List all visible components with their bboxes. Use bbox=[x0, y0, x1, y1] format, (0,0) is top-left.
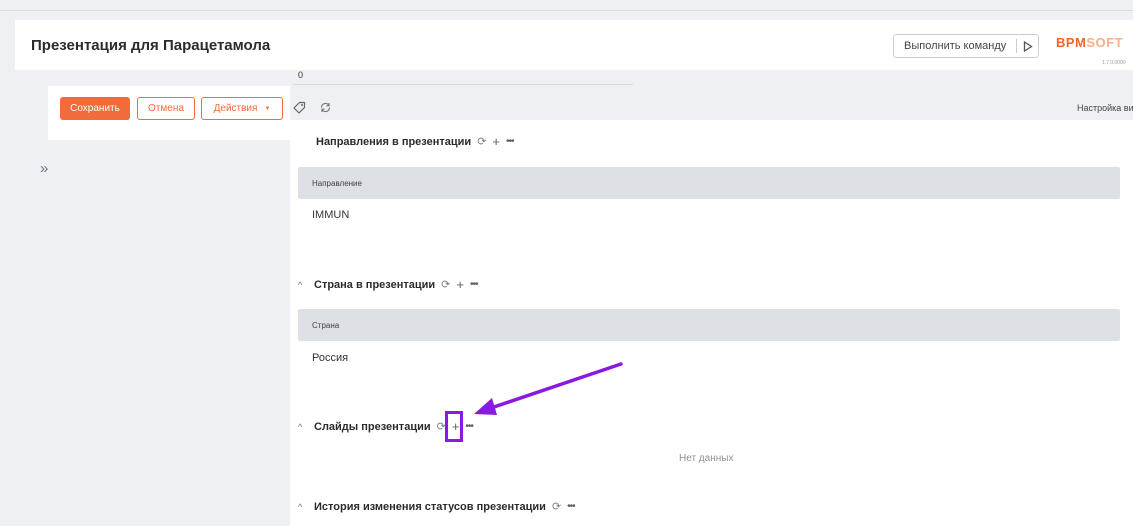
run-command-label[interactable]: Выполнить команду bbox=[894, 40, 1016, 52]
double-chevron-right-icon[interactable]: » bbox=[40, 160, 48, 177]
field-underline bbox=[293, 84, 633, 85]
actions-label: Действия bbox=[213, 103, 258, 114]
grid-header-countries: Страна bbox=[298, 309, 1120, 341]
bpmsoft-logo: BPMSOFT bbox=[1056, 35, 1123, 50]
cancel-button[interactable]: Отмена bbox=[137, 97, 195, 120]
save-button[interactable]: Сохранить bbox=[60, 97, 130, 120]
chevron-up-icon[interactable]: ^ bbox=[298, 422, 308, 432]
column-header-direction[interactable]: Направление bbox=[312, 179, 362, 188]
empty-state-text: Нет данных bbox=[679, 453, 734, 464]
plus-icon[interactable]: + bbox=[456, 278, 464, 291]
refresh-icon[interactable]: ⟳ bbox=[477, 135, 486, 148]
section-title-slides: Слайды презентации bbox=[314, 420, 431, 433]
more-icon[interactable]: ••• bbox=[465, 421, 473, 432]
section-title-history: История изменения статусов презентации bbox=[314, 500, 546, 513]
table-row[interactable]: IMMUN bbox=[312, 209, 349, 221]
tag-icon[interactable] bbox=[293, 101, 306, 119]
page-title: Презентация для Парацетамола bbox=[31, 37, 271, 54]
section-title-directions: Направления в презентации bbox=[316, 135, 472, 148]
chevron-up-icon[interactable]: ^ bbox=[298, 280, 308, 290]
section-header-directions[interactable]: Направления в презентации ⟳ + ••• bbox=[316, 135, 514, 148]
field-value[interactable]: 0 bbox=[298, 70, 303, 80]
action-panel: Сохранить Отмена Действия ▼ bbox=[48, 86, 290, 140]
main-content: Направления в презентации ⟳ + ••• Направ… bbox=[290, 120, 1133, 526]
refresh-icon[interactable]: ⟳ bbox=[441, 278, 450, 291]
run-command-box[interactable]: Выполнить команду bbox=[893, 34, 1039, 58]
chevron-up-icon[interactable]: ^ bbox=[298, 502, 308, 512]
section-title-countries: Страна в презентации bbox=[314, 278, 436, 291]
column-header-country[interactable]: Страна bbox=[312, 321, 339, 330]
highlight-box bbox=[445, 411, 463, 442]
section-header-countries[interactable]: ^ Страна в презентации ⟳ + ••• bbox=[298, 278, 478, 291]
grid-header-directions: Направление bbox=[298, 167, 1120, 199]
top-divider bbox=[0, 10, 1133, 11]
logo-part-soft: SOFT bbox=[1086, 35, 1124, 50]
page-header: Презентация для Парацетамола Выполнить к… bbox=[15, 20, 1133, 70]
section-header-history[interactable]: ^ История изменения статусов презентации… bbox=[298, 500, 576, 514]
version-label: 1.7.0.0000 bbox=[1102, 60, 1126, 66]
play-icon[interactable] bbox=[1017, 40, 1038, 52]
more-icon[interactable]: ••• bbox=[567, 501, 575, 512]
actions-dropdown-button[interactable]: Действия ▼ bbox=[201, 97, 283, 120]
more-icon[interactable]: ••• bbox=[506, 136, 514, 147]
caret-down-icon: ▼ bbox=[264, 105, 271, 112]
refresh-icon[interactable] bbox=[319, 101, 332, 119]
refresh-icon[interactable]: ⟳ bbox=[552, 500, 561, 513]
logo-part-bpm: BPM bbox=[1056, 35, 1087, 50]
table-row[interactable]: Россия bbox=[312, 352, 348, 364]
view-settings-link[interactable]: Настройка вид bbox=[1077, 103, 1133, 113]
plus-icon[interactable]: + bbox=[492, 135, 500, 148]
more-icon[interactable]: ••• bbox=[470, 279, 478, 290]
